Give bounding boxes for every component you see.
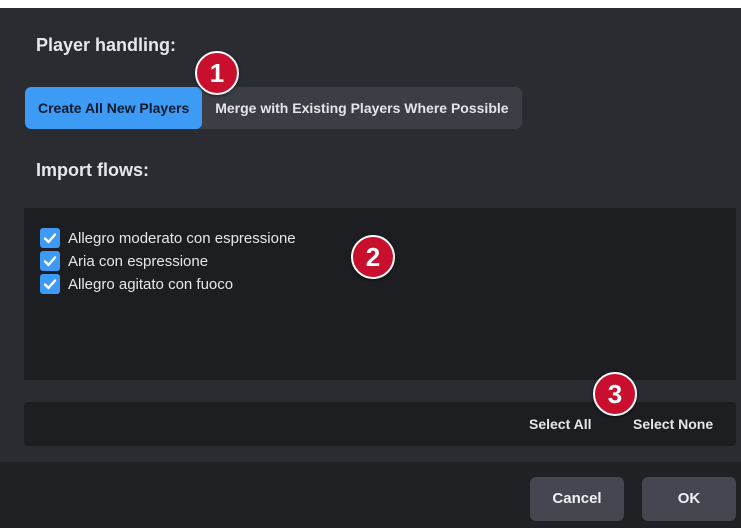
cancel-button[interactable]: Cancel: [530, 477, 624, 521]
checkbox-checked-icon[interactable]: [40, 274, 60, 294]
select-none-button[interactable]: Select None: [633, 416, 713, 432]
import-flows-list: Allegro moderato con espressione Aria co…: [24, 208, 736, 380]
flow-item[interactable]: Aria con espressione: [40, 250, 208, 272]
merge-existing-players-button[interactable]: Merge with Existing Players Where Possib…: [202, 87, 521, 129]
callout-badge-2: 2: [351, 235, 395, 279]
ok-button[interactable]: OK: [642, 477, 736, 521]
checkbox-checked-icon[interactable]: [40, 228, 60, 248]
flow-item-label: Allegro moderato con espressione: [68, 229, 296, 247]
callout-badge-3: 3: [593, 372, 637, 416]
checkbox-checked-icon[interactable]: [40, 251, 60, 271]
flow-item-label: Allegro agitato con fuoco: [68, 275, 234, 293]
dialog-footer: [0, 462, 741, 528]
flow-item[interactable]: Allegro agitato con fuoco: [40, 273, 233, 295]
player-handling-label: Player handling:: [36, 35, 177, 55]
flow-item[interactable]: Allegro moderato con espressione: [40, 227, 296, 249]
callout-badge-1: 1: [195, 51, 239, 95]
import-flows-label: Import flows:: [36, 160, 149, 180]
window-top-edge: [0, 0, 741, 8]
flow-item-label: Aria con espressione: [68, 252, 209, 270]
player-handling-segmented-control: Create All New Players Merge with Existi…: [25, 87, 522, 129]
create-all-new-players-button[interactable]: Create All New Players: [25, 87, 203, 129]
select-all-button[interactable]: Select All: [529, 416, 592, 432]
